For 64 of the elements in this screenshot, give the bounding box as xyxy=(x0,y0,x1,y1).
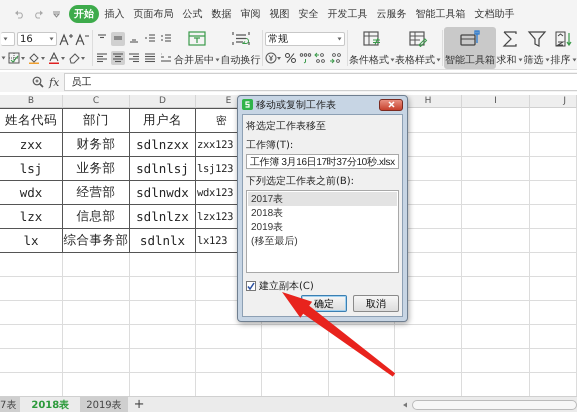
menu-tab[interactable]: 页面布局 xyxy=(130,4,177,22)
dialog-button[interactable]: 取消 xyxy=(353,295,399,312)
menu-tab[interactable]: 开发工具 xyxy=(324,4,371,22)
column-header[interactable]: D xyxy=(130,95,196,108)
table-cell: 业务部 xyxy=(63,157,130,181)
button-label: 求和 xyxy=(496,54,517,67)
button-label: 筛选 xyxy=(524,54,544,67)
table-cell: sdlnlsj xyxy=(130,157,196,181)
table-cell: 综合事务部 xyxy=(63,229,130,253)
table-cell: 财务部 xyxy=(63,133,130,157)
table-cell: zxx xyxy=(0,133,63,157)
column-header[interactable]: J xyxy=(530,95,577,108)
table-cell: 用户名 xyxy=(130,108,196,133)
menu-tab[interactable]: 数据 xyxy=(208,4,235,22)
table-cell: lzx xyxy=(0,205,63,229)
table-cell: sdlnlzx xyxy=(130,205,196,229)
ribbon-button[interactable]: 智能工具箱 xyxy=(444,27,496,69)
table-cell: sdlnlx xyxy=(130,229,196,253)
ribbon-button[interactable]: 筛选 xyxy=(523,27,550,69)
ribbon-button[interactable]: 自动换行 xyxy=(220,27,262,69)
sheet-tab[interactable]: 2019表 xyxy=(80,397,128,412)
function-label[interactable]: fx xyxy=(49,76,60,88)
table-cell: 部门 xyxy=(63,108,130,133)
menu-tab[interactable]: 审阅 xyxy=(237,4,264,22)
number-format-value: 常规 xyxy=(268,32,288,46)
ribbon-button[interactable]: 表格样式 xyxy=(395,27,442,69)
table-cell: 信息部 xyxy=(63,205,130,229)
menu-tab[interactable]: 视图 xyxy=(266,4,293,22)
add-sheet-button[interactable]: + xyxy=(128,397,151,412)
formula-field[interactable]: 员工 xyxy=(64,73,577,91)
number-format-field[interactable]: 常规 xyxy=(265,32,346,46)
formula-value: 员工 xyxy=(71,76,92,89)
column-header[interactable]: B xyxy=(0,95,63,108)
button-label: 排序 xyxy=(550,54,571,67)
button-label: 合并居中 xyxy=(174,54,214,67)
ribbon-button[interactable]: 求和 xyxy=(496,27,524,69)
table-cell: 经营部 xyxy=(63,181,130,205)
menu-tab[interactable]: 公式 xyxy=(179,4,206,22)
column-header[interactable]: I xyxy=(462,95,530,108)
menu-tab[interactable]: 云服务 xyxy=(373,4,410,22)
table-cell: lx xyxy=(0,229,63,253)
checkbox-label[interactable]: 建立副本(C) xyxy=(259,279,314,293)
button-label: 智能工具箱 xyxy=(445,54,496,67)
column-header[interactable]: C xyxy=(63,95,130,108)
menu-tab[interactable]: 安全 xyxy=(295,4,322,22)
menu-tab[interactable]: 智能工具箱 xyxy=(412,4,469,22)
button-label: 自动换行 xyxy=(220,54,261,67)
font-size-value: 16 xyxy=(20,34,33,44)
ribbon-button[interactable]: 条件格式 xyxy=(349,27,396,69)
menu-tab[interactable]: 插入 xyxy=(101,4,128,22)
table-cell: 姓名代码 xyxy=(0,108,63,133)
ribbon-button[interactable]: 排序 xyxy=(550,27,577,69)
table-cell: lsj xyxy=(0,157,63,181)
table-cell: sdlnzxx xyxy=(130,133,196,157)
ribbon-button[interactable]: 合并居中 xyxy=(174,27,220,69)
button-label: 表格样式 xyxy=(395,54,436,67)
list-item[interactable]: 2017表 xyxy=(248,192,397,206)
font-size-field[interactable]: 16 xyxy=(17,32,57,46)
table-cell: wdx xyxy=(0,181,63,205)
button-label: 条件格式 xyxy=(349,54,390,67)
workbook-dropdown[interactable]: 工作簿 3月16日17时37分10秒.xlsx xyxy=(246,154,399,169)
sheet-tab[interactable]: 7表 xyxy=(0,397,20,412)
table-cell: sdlnwdx xyxy=(130,181,196,205)
menu-tab[interactable]: 文档助手 xyxy=(471,4,518,22)
